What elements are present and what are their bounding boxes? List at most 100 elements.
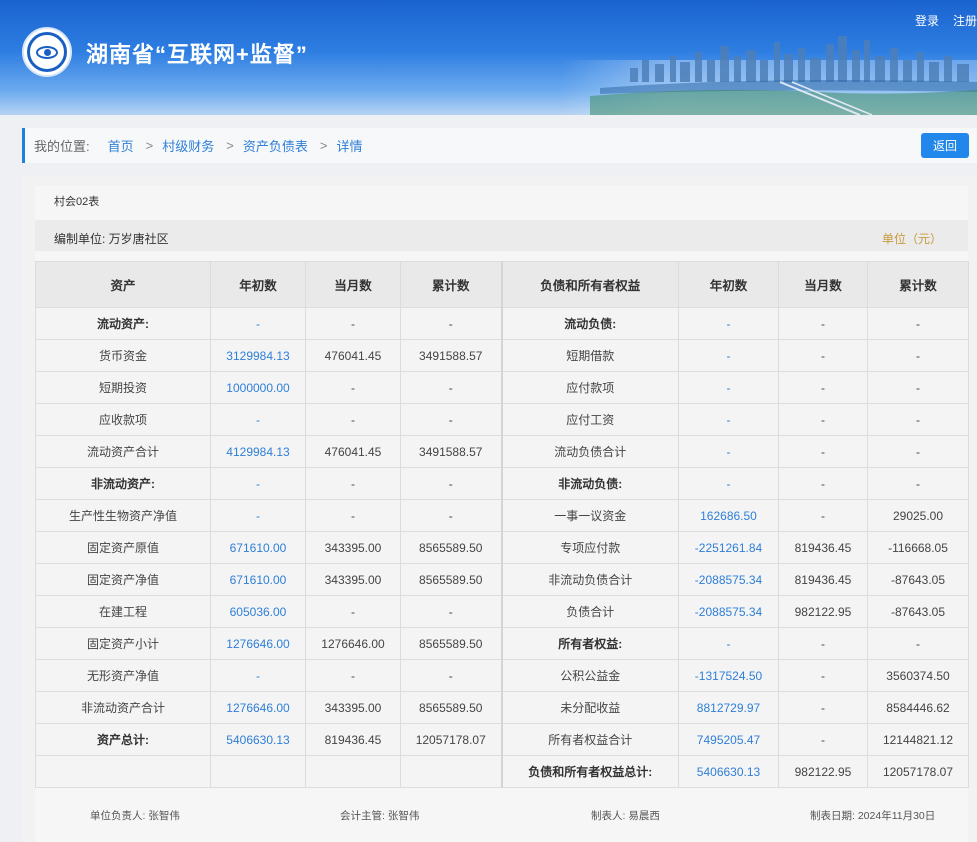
opening-value-link[interactable]: - bbox=[210, 499, 306, 532]
opening-value-link[interactable]: 7495205.47 bbox=[678, 723, 779, 756]
opening-value-link[interactable]: 4129984.13 bbox=[210, 435, 306, 468]
opening-value-link[interactable]: 3129984.13 bbox=[210, 339, 306, 372]
report-panel: 村会02表 编制单位: 万岁唐社区 单位（元） 资产 年初数 当月数 累计数 负… bbox=[22, 176, 977, 842]
opening-value-link[interactable]: -2251261.84 bbox=[678, 531, 779, 564]
pupil bbox=[43, 48, 51, 56]
opening-value-link[interactable]: -2088575.34 bbox=[678, 563, 779, 596]
table-row: 非流动资产合计 1276646.00 343395.00 8565589.50 未分配收… bbox=[35, 691, 969, 724]
row-label-cell: 固定资产小计 bbox=[35, 627, 211, 660]
table-row: 应收款项 - - - 应付工资 - - - bbox=[35, 403, 969, 436]
opening-value-link[interactable]: 5406630.13 bbox=[210, 723, 306, 756]
site-title: 湖南省“互联网+监督” bbox=[86, 42, 308, 67]
value-cell bbox=[400, 755, 502, 788]
back-button[interactable]: 返回 bbox=[921, 133, 969, 158]
row-label-cell bbox=[35, 755, 211, 788]
opening-value-link[interactable]: 8812729.97 bbox=[678, 691, 779, 724]
opening-value-link[interactable]: - bbox=[678, 371, 779, 404]
value-cell: 8584446.62 bbox=[867, 691, 969, 724]
report-card: 村会02表 编制单位: 万岁唐社区 单位（元） 资产 年初数 当月数 累计数 负… bbox=[35, 186, 969, 842]
breadcrumb-home[interactable]: 首页 bbox=[108, 136, 134, 155]
value-cell: - bbox=[305, 467, 401, 500]
breadcrumb-balance-sheet[interactable]: 资产负债表 bbox=[243, 136, 308, 155]
value-cell: - bbox=[400, 499, 502, 532]
value-cell: 3491588.57 bbox=[400, 339, 502, 372]
opening-value-link[interactable]: - bbox=[678, 627, 779, 660]
value-cell: - bbox=[305, 371, 401, 404]
row-label-cell: 固定资产原值 bbox=[35, 531, 211, 564]
value-cell: - bbox=[400, 307, 502, 340]
value-cell: - bbox=[400, 659, 502, 692]
row-label-cell: 非流动资产合计 bbox=[35, 691, 211, 724]
table-row: 货币资金 3129984.13 476041.45 3491588.57 短期借款 - - - bbox=[35, 339, 969, 372]
opening-value-link[interactable]: - bbox=[210, 403, 306, 436]
row-label-cell: 流动资产合计 bbox=[35, 435, 211, 468]
opening-value-link[interactable]: 671610.00 bbox=[210, 563, 306, 596]
table-header-row: 资产 年初数 当月数 累计数 负债和所有者权益 年初数 当月数 累计数 bbox=[35, 261, 969, 308]
row-label-cell: 专项应付款 bbox=[500, 531, 679, 564]
table-row: 短期投资 1000000.00- - 应付款项 - - - bbox=[35, 371, 969, 404]
breadcrumb-separator: > bbox=[319, 138, 328, 153]
row-label-cell: 所有者权益合计 bbox=[500, 723, 679, 756]
opening-value-link[interactable]: 5406630.13 bbox=[678, 755, 779, 788]
opening-value-link[interactable]: 1000000.00 bbox=[210, 371, 306, 404]
breadcrumb-detail[interactable]: 详情 bbox=[336, 136, 362, 155]
auth-links: 登录 注册 bbox=[901, 12, 977, 29]
value-cell: - bbox=[778, 307, 868, 340]
value-cell: - bbox=[778, 499, 868, 532]
opening-value-link[interactable]: 605036.00 bbox=[210, 595, 306, 628]
opening-value-link[interactable]: - bbox=[678, 467, 779, 500]
row-label-cell: 流动负债: bbox=[500, 307, 679, 340]
value-cell: - bbox=[778, 627, 868, 660]
balance-sheet-table: 资产 年初数 当月数 累计数 负债和所有者权益 年初数 当月数 累计数 流动资产… bbox=[35, 261, 969, 788]
value-cell: - bbox=[778, 659, 868, 692]
opening-value-link[interactable]: - bbox=[678, 435, 779, 468]
opening-value-link[interactable]: 671610.00 bbox=[210, 531, 306, 564]
table-row: 负债和所有者权益总计: 5406630.13 982122.95 12057178.0… bbox=[35, 755, 969, 788]
opening-value-link[interactable]: - bbox=[678, 339, 779, 372]
preparer: 制表人: 易晨西 bbox=[591, 810, 660, 822]
value-cell: - bbox=[867, 371, 969, 404]
value-cell: -116668.05 bbox=[867, 531, 969, 564]
value-cell: - bbox=[778, 403, 868, 436]
row-label-cell: 固定资产净值 bbox=[35, 563, 211, 596]
opening-value-link[interactable]: - bbox=[210, 659, 306, 692]
value-cell: - bbox=[867, 307, 969, 340]
value-cell: - bbox=[305, 403, 401, 436]
row-label-cell: 流动资产: bbox=[35, 307, 211, 340]
opening-value-link[interactable]: - bbox=[210, 467, 306, 500]
row-label-cell: 所有者权益: bbox=[500, 627, 679, 660]
value-cell: 8565589.50 bbox=[400, 563, 502, 596]
row-label-cell: 公积公益金 bbox=[500, 659, 679, 692]
row-label-cell: 流动负债合计 bbox=[500, 435, 679, 468]
value-cell: 343395.00 bbox=[305, 531, 401, 564]
row-label-cell: 一事一议资金 bbox=[500, 499, 679, 532]
value-cell: 1276646.00 bbox=[305, 627, 401, 660]
opening-value-link[interactable]: 1276646.00 bbox=[210, 627, 306, 660]
login-link[interactable]: 登录 bbox=[915, 14, 939, 28]
breadcrumb-village-finance[interactable]: 村级财务 bbox=[162, 136, 214, 155]
row-label-cell: 资产总计: bbox=[35, 723, 211, 756]
value-cell: 3491588.57 bbox=[400, 435, 502, 468]
table-row: 固定资产原值 671610.00 343395.00 8565589.50 专项应付款 -… bbox=[35, 531, 969, 564]
value-cell: 8565589.50 bbox=[400, 531, 502, 564]
value-cell: 819436.45 bbox=[778, 531, 868, 564]
opening-value-link[interactable]: -1317524.50 bbox=[678, 659, 779, 692]
value-cell: 982122.95 bbox=[778, 755, 868, 788]
opening-value-link[interactable]: 1276646.00 bbox=[210, 691, 306, 724]
row-label-cell: 负债合计 bbox=[500, 595, 679, 628]
logo-ring bbox=[27, 32, 67, 72]
opening-value-link[interactable]: -2088575.34 bbox=[678, 595, 779, 628]
row-label-cell: 无形资产净值 bbox=[35, 659, 211, 692]
opening-value-link[interactable]: - bbox=[210, 307, 306, 340]
register-link[interactable]: 注册 bbox=[953, 14, 977, 28]
opening-value-link[interactable]: 162686.50 bbox=[678, 499, 779, 532]
opening-value-link[interactable]: - bbox=[678, 403, 779, 436]
value-cell: - bbox=[305, 499, 401, 532]
opening-value-link[interactable]: - bbox=[678, 307, 779, 340]
value-cell: - bbox=[778, 435, 868, 468]
form-number: 村会02表 bbox=[54, 196, 100, 208]
value-cell: 3560374.50 bbox=[867, 659, 969, 692]
value-cell: 12057178.07 bbox=[400, 723, 502, 756]
site-logo bbox=[22, 27, 72, 77]
row-label-cell: 货币资金 bbox=[35, 339, 211, 372]
